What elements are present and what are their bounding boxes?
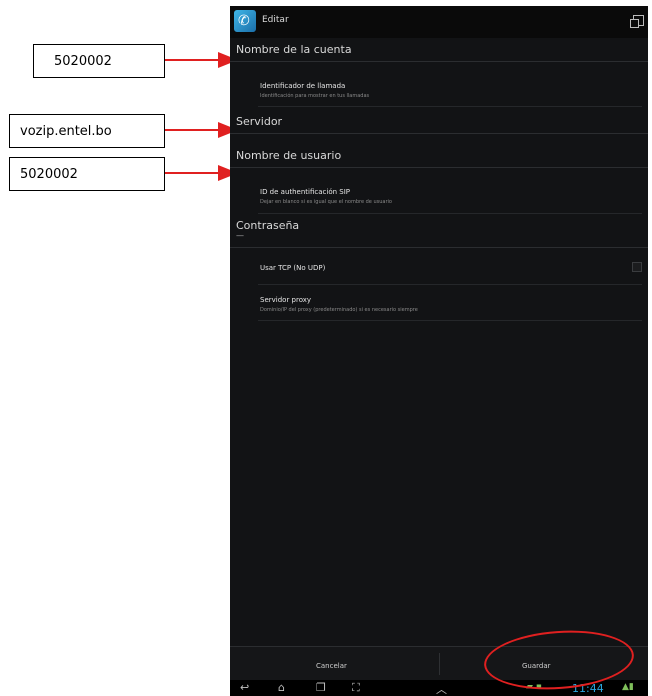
divider — [258, 106, 642, 107]
category-account-name[interactable]: Nombre de la cuenta — [236, 43, 352, 56]
signal-battery-icon: ▲▮ — [622, 682, 634, 692]
category-username[interactable]: Nombre de usuario — [236, 149, 341, 162]
divider — [258, 320, 642, 321]
pref-sip-auth-title[interactable]: ID de authentificación SIP — [260, 188, 350, 196]
screenshot-icon[interactable]: ⛶ — [352, 681, 360, 695]
action-bar-title: Editar — [262, 15, 289, 25]
category-server[interactable]: Servidor — [236, 115, 282, 128]
divider — [230, 167, 648, 168]
pref-proxy-summary: Dominio/IP del proxy (predeterminado) si… — [260, 307, 418, 313]
phone-app-icon[interactable]: ✆ — [234, 10, 256, 32]
pref-caller-id-title[interactable]: Identificador de llamada — [260, 82, 345, 90]
divider — [230, 133, 648, 134]
action-bar: ✆ Editar — [230, 6, 648, 38]
divider — [230, 61, 648, 62]
divider — [258, 284, 642, 285]
android-screen: ✆ Editar Nombre de la cuenta Identificad… — [230, 6, 648, 696]
pref-proxy-title[interactable]: Servidor proxy — [260, 296, 311, 304]
back-icon[interactable]: ↩ — [240, 681, 249, 694]
divider — [258, 213, 642, 214]
tcp-checkbox[interactable] — [632, 262, 642, 272]
cancel-button[interactable]: Cancelar — [316, 662, 347, 670]
pref-tcp-title[interactable]: Usar TCP (No UDP) — [260, 264, 325, 272]
pref-caller-id-summary: Identificación para mostrar en tus llama… — [260, 93, 370, 99]
home-icon[interactable]: ⌂ — [278, 681, 285, 694]
password-value: — — [236, 231, 244, 240]
chevron-up-icon[interactable]: ︿ — [436, 681, 447, 696]
divider — [230, 247, 648, 248]
category-password[interactable]: Contraseña — [236, 219, 299, 232]
divider — [439, 653, 440, 675]
recent-apps-icon[interactable]: ❐ — [316, 681, 326, 694]
pref-sip-auth-summary: Dejar en blanco si es igual que el nombr… — [260, 199, 392, 205]
window-icon[interactable] — [630, 15, 644, 28]
